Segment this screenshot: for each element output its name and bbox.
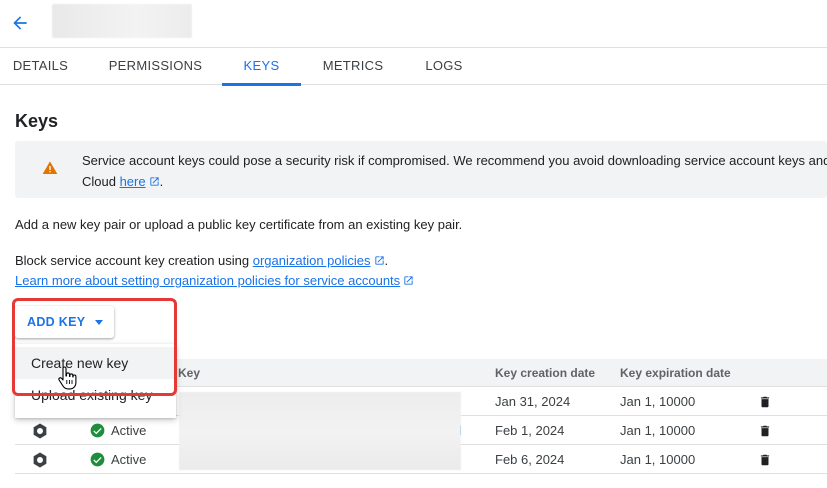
section-title: Keys xyxy=(15,111,59,131)
page-header xyxy=(0,0,827,48)
add-key-menu: Create new key Upload existing key xyxy=(15,344,176,418)
warning-line-1: Service account keys could pose a securi… xyxy=(82,153,827,168)
warning-line-2-suffix: . xyxy=(159,174,164,189)
external-link-icon xyxy=(404,276,413,285)
tab-metrics[interactable]: METRICS xyxy=(313,48,393,85)
warning-line-2-prefix: Cloud xyxy=(82,174,120,189)
tab-permissions[interactable]: PERMISSIONS xyxy=(99,48,212,85)
tab-keys[interactable]: KEYS xyxy=(222,48,301,86)
policy-prefix: Block service account key creation using xyxy=(15,253,253,268)
column-header-expires: Key expiration date xyxy=(620,366,731,380)
policy-text: Block service account key creation using… xyxy=(15,253,388,268)
settings-gear-icon[interactable] xyxy=(31,422,49,440)
column-header-created: Key creation date xyxy=(495,366,596,380)
settings-gear-icon[interactable] xyxy=(31,451,49,469)
tab-details[interactable]: DETAILS xyxy=(0,48,81,85)
tab-bar: DETAILS PERMISSIONS KEYS METRICS LOGS xyxy=(0,47,827,86)
organization-policies-link[interactable]: organization policies xyxy=(253,253,371,268)
intro-text: Add a new key pair or upload a public ke… xyxy=(15,217,463,232)
learn-more-line: Learn more about setting organization po… xyxy=(15,273,414,288)
status-badge: Active xyxy=(90,445,146,474)
key-expiration-date: Jan 1, 10000 xyxy=(620,452,696,467)
policy-suffix: . xyxy=(384,253,389,268)
tab-logs[interactable]: LOGS xyxy=(413,48,475,85)
check-circle-icon xyxy=(90,452,105,467)
status-text: Active xyxy=(111,423,147,438)
external-link-icon xyxy=(149,177,159,186)
menu-item-upload-existing-key[interactable]: Upload existing key xyxy=(15,379,176,411)
warning-triangle-icon xyxy=(42,161,58,174)
check-circle-icon xyxy=(90,423,105,438)
key-creation-date: Jan 31, 2024 xyxy=(495,394,571,409)
key-creation-date: Feb 6, 2024 xyxy=(495,452,565,467)
menu-item-create-new-key[interactable]: Create new key xyxy=(15,347,176,379)
caret-down-icon xyxy=(95,319,104,325)
key-id-redacted xyxy=(179,392,461,470)
hand-cursor-icon xyxy=(58,366,77,390)
status-text: Active xyxy=(111,452,147,467)
key-creation-date: Feb 1, 2024 xyxy=(495,423,565,438)
delete-icon[interactable] xyxy=(758,452,772,468)
warning-banner: Service account keys could pose a securi… xyxy=(15,141,827,198)
learn-more-link[interactable]: Learn more about setting organization po… xyxy=(15,273,400,288)
key-expiration-date: Jan 1, 10000 xyxy=(620,394,696,409)
warning-text: Service account keys could pose a securi… xyxy=(82,150,827,192)
key-expiration-date: Jan 1, 10000 xyxy=(620,423,696,438)
back-button[interactable] xyxy=(6,9,34,37)
column-header-key: Key xyxy=(178,366,201,380)
page-title-redacted xyxy=(52,4,192,38)
warning-line-2: Cloud here. xyxy=(82,171,827,192)
external-link-icon xyxy=(374,256,384,265)
arrow-left-icon xyxy=(13,16,27,30)
status-badge: Active xyxy=(90,416,146,445)
add-key-button[interactable]: ADD KEY xyxy=(15,306,114,338)
delete-icon[interactable] xyxy=(758,394,772,410)
delete-icon[interactable] xyxy=(758,423,772,439)
add-key-label: ADD KEY xyxy=(27,315,86,329)
warning-here-link[interactable]: here xyxy=(120,174,146,189)
